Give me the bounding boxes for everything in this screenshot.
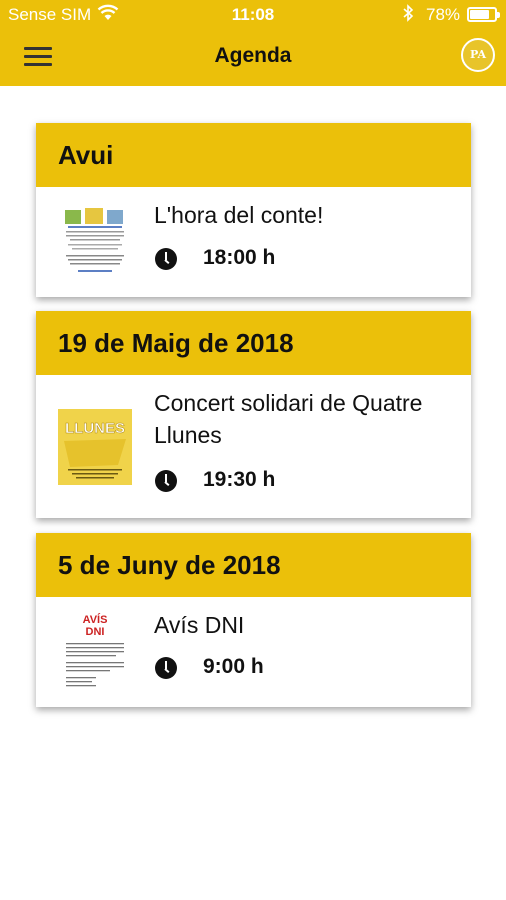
event-time: 18:00 h — [203, 246, 276, 269]
event-card: 19 de Maig de 2018 LLUNES Concert solida… — [36, 311, 471, 518]
bluetooth-icon — [402, 4, 414, 27]
status-bar: Sense SIM 11:08 78% — [0, 0, 506, 30]
event-title: Avís DNI — [154, 612, 245, 638]
event-date-header: 5 de Juny de 2018 — [36, 533, 471, 597]
menu-button[interactable] — [22, 43, 54, 71]
event-item[interactable]: L'hora del conte! 18:00 h — [36, 187, 471, 297]
battery-icon — [467, 7, 500, 22]
event-date-header: Avui — [36, 123, 471, 187]
navigation-bar: Agenda PA — [0, 30, 506, 86]
page-title: Agenda — [214, 44, 292, 67]
battery-percentage: 78% — [426, 5, 461, 24]
event-time: 19:30 h — [203, 468, 276, 491]
dni-notice-text-1: AVÍS — [83, 613, 108, 626]
clock-icon — [155, 657, 177, 679]
clock-icon — [155, 470, 177, 492]
app-header: Sense SIM 11:08 78% Agenda PA — [0, 0, 506, 86]
event-thumbnail: AVÍS DNI — [58, 609, 132, 693]
event-thumbnail: LLUNES — [58, 409, 132, 489]
event-title: L'hora del conte! — [154, 202, 324, 228]
event-card: 5 de Juny de 2018 AVÍS DNI Avís DNI 9:00… — [36, 533, 471, 707]
llunes-poster-text: LLUNES — [65, 420, 125, 437]
dni-notice-text-2: DNI — [86, 626, 105, 638]
event-thumbnail — [58, 202, 132, 282]
event-card: Avui L'hora del conte! 18:00 h — [36, 123, 471, 297]
event-date-header: 19 de Maig de 2018 — [36, 311, 471, 375]
event-title: Concert solidari de Quatre Llunes — [154, 390, 423, 448]
event-time: 9:00 h — [203, 655, 264, 678]
event-item[interactable]: AVÍS DNI Avís DNI 9:00 h — [36, 597, 471, 707]
app-logo: PA — [461, 38, 495, 72]
event-item[interactable]: LLUNES Concert solidari de Quatre Llunes… — [36, 375, 471, 518]
clock-icon — [155, 248, 177, 270]
